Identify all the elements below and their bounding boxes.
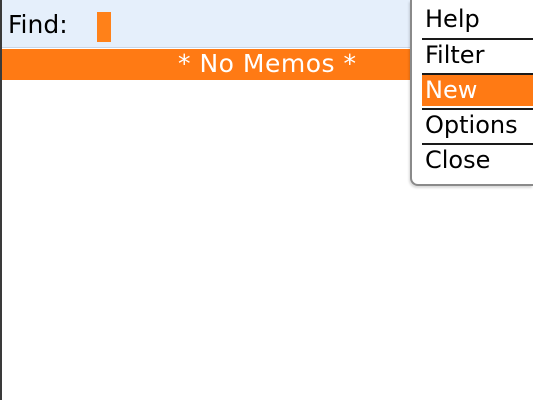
memo-app-screen: Find: * No Memos * Help Filter New Optio…: [0, 0, 533, 400]
empty-list-text: * No Memos *: [178, 49, 357, 78]
menu-item-options[interactable]: Options: [422, 108, 533, 141]
find-label: Find:: [8, 10, 68, 39]
menu-item-close[interactable]: Close: [422, 143, 533, 176]
text-cursor: [97, 12, 111, 42]
menu-item-help[interactable]: Help: [422, 4, 533, 37]
context-menu: Help Filter New Options Close: [410, 0, 533, 186]
menu-item-new[interactable]: New: [422, 73, 533, 106]
menu-item-filter[interactable]: Filter: [422, 38, 533, 71]
